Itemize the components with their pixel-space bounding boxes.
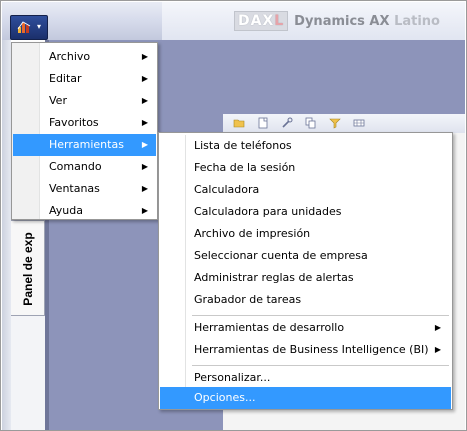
submenu-arrow-icon: ▶ <box>141 96 148 105</box>
menu-item-label: Herramientas <box>49 138 124 151</box>
submenu-item-lista-telefonos[interactable]: Lista de teléfonos <box>160 135 451 157</box>
submenu-item-herramientas-desarrollo[interactable]: Herramientas de desarrollo ▶ <box>160 317 451 339</box>
menu-item-herramientas[interactable]: Herramientas ▶ <box>13 134 156 156</box>
chevron-down-icon: ▾ <box>37 22 42 31</box>
submenu-item-fecha-sesion[interactable]: Fecha de la sesión <box>160 157 451 179</box>
menu-item-label: Ver <box>49 94 67 107</box>
left-edge <box>2 40 11 430</box>
submenu-item-label: Grabador de tareas <box>194 293 302 306</box>
submenu-item-label: Fecha de la sesión <box>194 161 296 174</box>
submenu-item-opciones[interactable]: Opciones... <box>160 387 451 409</box>
menu-item-label: Ventanas <box>49 182 100 195</box>
submenu-item-calculadora[interactable]: Calculadora <box>160 179 451 201</box>
herramientas-submenu: Lista de teléfonos Fecha de la sesión Ca… <box>158 132 453 410</box>
logo-badge-last: L <box>274 13 285 29</box>
menu-item-label: Editar <box>49 72 82 85</box>
submenu-item-label: Seleccionar cuenta de empresa <box>194 249 368 262</box>
menu-item-ver[interactable]: Ver ▶ <box>13 90 156 112</box>
logo-text-main: Dynamics AX <box>294 13 390 29</box>
submenu-arrow-icon: ▶ <box>141 140 148 149</box>
application-window: ▾ DAXL Dynamics AX Latino Panel de exp A… <box>0 0 467 431</box>
submenu-item-personalizar[interactable]: Personalizar... <box>160 367 451 389</box>
menu-item-ventanas[interactable]: Ventanas ▶ <box>13 178 156 200</box>
menu-item-archivo[interactable]: Archivo ▶ <box>13 46 156 68</box>
menu-item-label: Ayuda <box>49 204 83 217</box>
submenu-item-label: Calculadora <box>194 183 260 196</box>
submenu-arrow-icon: ▶ <box>141 118 148 127</box>
submenu-item-reglas-alertas[interactable]: Administrar reglas de alertas <box>160 267 451 289</box>
submenu-item-label: Opciones... <box>194 391 256 404</box>
new-document-icon[interactable] <box>257 117 269 129</box>
submenu-item-label: Herramientas de desarrollo <box>194 321 345 334</box>
menu-item-editar[interactable]: Editar ▶ <box>13 68 156 90</box>
submenu-item-seleccionar-cuenta[interactable]: Seleccionar cuenta de empresa <box>160 245 451 267</box>
submenu-arrow-icon: ▶ <box>141 74 148 83</box>
submenu-item-archivo-impresion[interactable]: Archivo de impresión <box>160 223 451 245</box>
child-window-toolbar <box>223 114 465 134</box>
logo-text-latino: Latino <box>394 13 440 29</box>
submenu-item-grabador-tareas[interactable]: Grabador de tareas <box>160 289 451 311</box>
submenu-item-label: Lista de teléfonos <box>194 139 292 152</box>
logo-text: Dynamics AX Latino <box>294 14 440 29</box>
submenu-arrow-icon: ▶ <box>141 184 148 193</box>
menu-item-label: Archivo <box>49 50 91 63</box>
application-menu-button[interactable]: ▾ <box>10 15 48 40</box>
menu-item-label: Comando <box>49 160 102 173</box>
submenu-item-label: Calculadora para unidades <box>194 205 342 218</box>
submenu-arrow-icon: ▶ <box>434 345 441 354</box>
navigation-pane-tab[interactable]: Panel de exp <box>11 220 45 316</box>
tool-icon[interactable] <box>281 117 293 129</box>
application-menu: Archivo ▶ Editar ▶ Ver ▶ Favoritos ▶ Her… <box>11 42 158 220</box>
logo-badge: DAXL <box>234 11 289 31</box>
submenu-arrow-icon: ▶ <box>141 52 148 61</box>
logo-badge-prefix: DAX <box>238 13 275 29</box>
submenu-item-label: Herramientas de Business Intelligence (B… <box>194 343 429 356</box>
filter-icon[interactable] <box>329 117 341 129</box>
submenu-item-calculadora-unidades[interactable]: Calculadora para unidades <box>160 201 451 223</box>
dynamics-chart-icon <box>17 20 33 37</box>
daxl-logo: DAXL Dynamics AX Latino <box>234 11 440 31</box>
open-folder-icon[interactable] <box>233 117 245 129</box>
menu-item-comando[interactable]: Comando ▶ <box>13 156 156 178</box>
menu-item-label: Favoritos <box>49 116 99 129</box>
submenu-arrow-icon: ▶ <box>434 323 441 332</box>
submenu-arrow-icon: ▶ <box>141 162 148 171</box>
menu-separator <box>192 365 449 366</box>
submenu-item-label: Personalizar... <box>194 371 271 384</box>
navigation-pane-tab-label: Panel de exp <box>21 232 35 306</box>
submenu-item-herramientas-bi[interactable]: Herramientas de Business Intelligence (B… <box>160 339 451 361</box>
menu-item-favoritos[interactable]: Favoritos ▶ <box>13 112 156 134</box>
submenu-arrow-icon: ▶ <box>141 206 148 215</box>
grid-icon[interactable] <box>353 117 365 129</box>
menu-item-ayuda[interactable]: Ayuda ▶ <box>13 200 156 222</box>
copy-icon[interactable] <box>305 117 317 129</box>
submenu-item-label: Archivo de impresión <box>194 227 311 240</box>
submenu-item-label: Administrar reglas de alertas <box>194 271 354 284</box>
menu-separator <box>192 315 449 316</box>
